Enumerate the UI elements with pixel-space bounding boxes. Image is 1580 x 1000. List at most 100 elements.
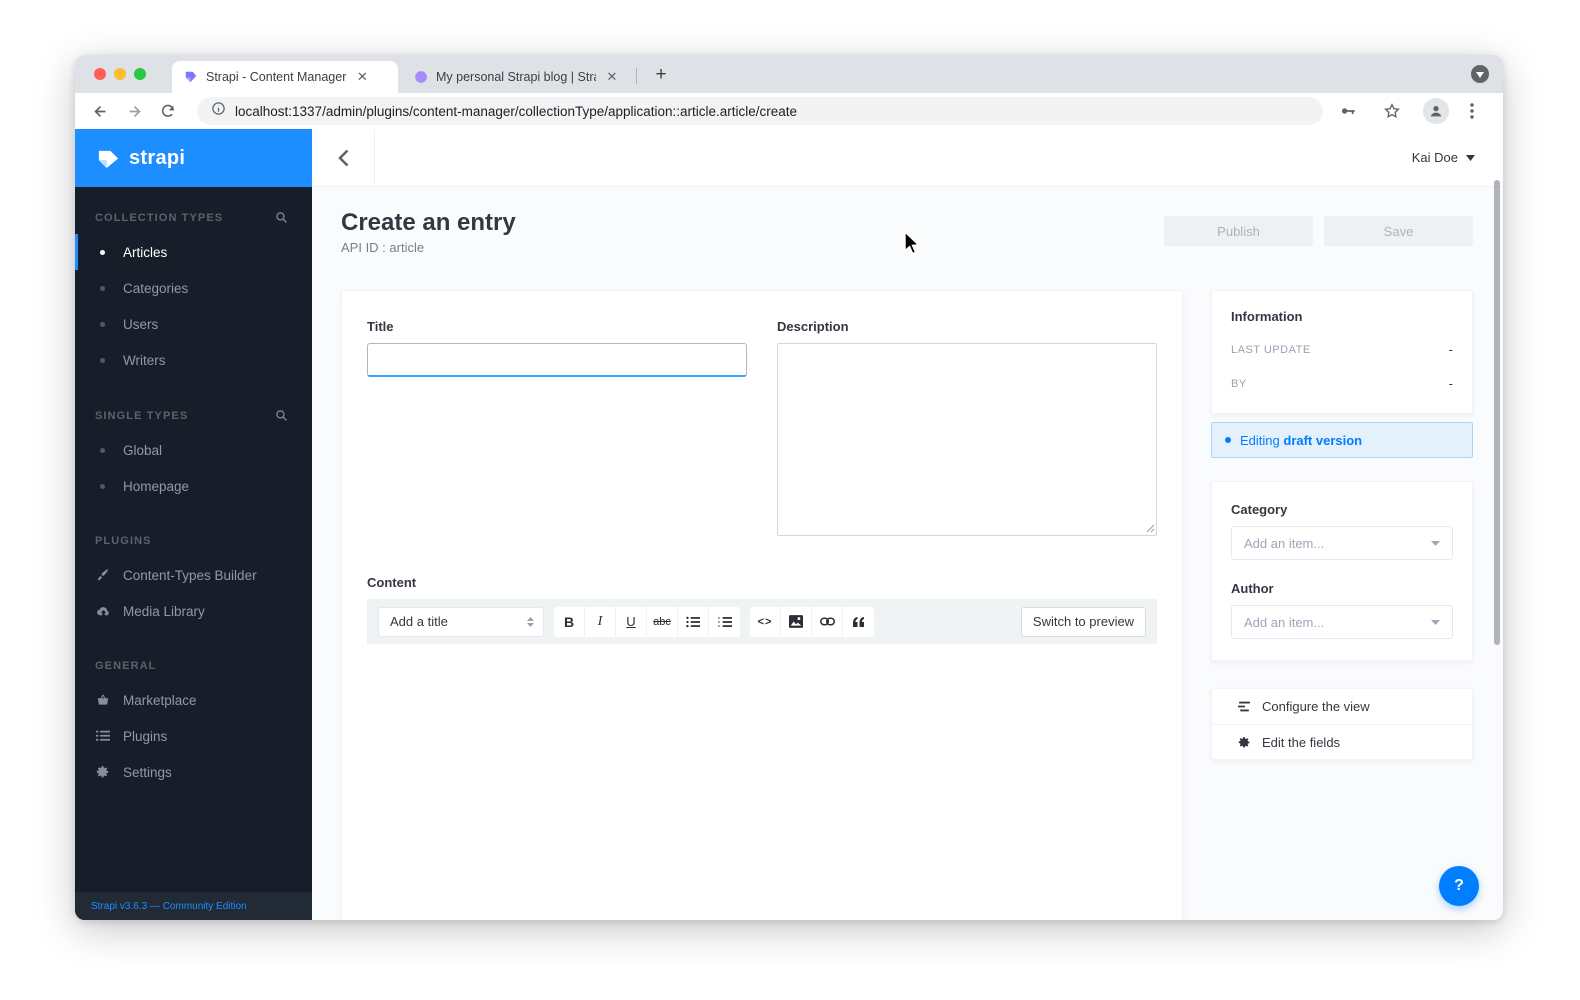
view-links-card: Configure the view Edit the fields <box>1211 688 1473 760</box>
bookmark-star-icon[interactable] <box>1379 98 1405 124</box>
url-text: localhost:1337/admin/plugins/content-man… <box>235 103 798 119</box>
help-button[interactable]: ? <box>1439 866 1479 906</box>
author-select[interactable]: Add an item... <box>1231 605 1453 639</box>
browser-profile-avatar[interactable] <box>1423 98 1449 124</box>
strapi-logo-word: strapi <box>129 146 186 169</box>
sidebar-item-label: Writers <box>123 352 166 368</box>
app-topbar: Kai Doe <box>312 128 1503 187</box>
bold-button[interactable]: B <box>554 606 585 637</box>
section-single-types: SINGLE TYPES Global Homepage <box>75 409 312 504</box>
editor-toolbar: Add a title B I U abc <> Switch to previ… <box>367 599 1157 644</box>
tab-close-icon[interactable]: ✕ <box>604 69 620 85</box>
right-panel: Information LAST UPDATE - BY - Editing d… <box>1211 290 1473 760</box>
image-icon <box>789 615 803 628</box>
sidebar-item-homepage[interactable]: Homepage <box>75 468 312 504</box>
code-button[interactable]: <> <box>750 606 781 637</box>
description-textarea[interactable] <box>777 343 1157 536</box>
back-chevron-button[interactable] <box>312 128 375 187</box>
strikethrough-button[interactable]: abc <box>647 606 678 637</box>
underline-button[interactable]: U <box>616 606 647 637</box>
search-icon[interactable] <box>275 211 288 224</box>
browser-menu-icon[interactable] <box>1459 98 1485 124</box>
bullet-icon <box>100 447 105 453</box>
editor-body[interactable] <box>367 644 1157 920</box>
bullet-icon <box>100 483 105 489</box>
configure-view-link[interactable]: Configure the view <box>1211 688 1473 724</box>
ordered-list-icon <box>717 616 732 627</box>
ordered-list-button[interactable] <box>709 606 740 637</box>
save-button[interactable]: Save <box>1324 216 1473 246</box>
tab-close-icon[interactable]: ✕ <box>354 69 370 85</box>
sidebar-item-media-library[interactable]: Media Library <box>75 593 312 629</box>
back-button[interactable] <box>87 98 113 124</box>
browser-toolbar: localhost:1337/admin/plugins/content-man… <box>75 93 1503 129</box>
site-info-icon[interactable] <box>211 101 226 121</box>
heading-select-value: Add a title <box>390 614 448 629</box>
address-bar[interactable]: localhost:1337/admin/plugins/content-man… <box>197 97 1323 125</box>
tab-title: My personal Strapi blog | Strap <box>436 70 596 84</box>
sidebar-item-label: Settings <box>123 764 172 780</box>
sidebar-version-footer[interactable]: Strapi v3.6.3 — Community Edition <box>75 892 312 920</box>
by-value: - <box>1448 376 1453 391</box>
gear-icon <box>1237 736 1251 749</box>
image-button[interactable] <box>781 606 812 637</box>
zoom-window-button[interactable] <box>134 68 146 80</box>
bullet-icon <box>100 321 105 327</box>
sidebar-item-writers[interactable]: Writers <box>75 342 312 378</box>
reload-button[interactable] <box>155 98 181 124</box>
strapi-logo-icon <box>98 150 119 168</box>
sidebar-item-settings[interactable]: Settings <box>75 754 312 790</box>
section-title: GENERAL <box>95 660 157 672</box>
scrollbar-thumb[interactable] <box>1494 180 1500 645</box>
last-update-label: LAST UPDATE <box>1231 343 1311 356</box>
tab-personal-blog[interactable]: My personal Strapi blog | Strap ✕ <box>402 61 632 93</box>
page-subtitle: API ID : article <box>341 240 425 255</box>
bullet-list-button[interactable] <box>678 606 709 637</box>
sidebar-item-marketplace[interactable]: Marketplace <box>75 682 312 718</box>
link-button[interactable] <box>812 606 843 637</box>
list-icon <box>95 730 111 742</box>
sidebar-item-users[interactable]: Users <box>75 306 312 342</box>
new-tab-button[interactable]: + <box>648 62 674 88</box>
sidebar-item-content-types-builder[interactable]: Content-Types Builder <box>75 557 312 593</box>
by-label: BY <box>1231 377 1247 390</box>
downloads-button[interactable] <box>1471 65 1489 83</box>
close-window-button[interactable] <box>94 68 106 80</box>
edit-fields-link[interactable]: Edit the fields <box>1211 724 1473 760</box>
sidebar-item-label: Articles <box>123 244 168 260</box>
main-area: Kai Doe Create an entry API ID : article… <box>312 128 1503 920</box>
user-menu[interactable]: Kai Doe <box>1412 150 1475 165</box>
draft-dot-icon <box>1225 437 1231 443</box>
blockquote-button[interactable] <box>843 606 874 637</box>
sidebar-item-global[interactable]: Global <box>75 432 312 468</box>
tab-strapi-content-manager[interactable]: Strapi - Content Manager ✕ <box>172 61 398 93</box>
publish-button[interactable]: Publish <box>1164 216 1313 246</box>
chevron-left-icon <box>337 149 348 166</box>
sidebar-item-label: Marketplace <box>123 692 197 708</box>
italic-button[interactable]: I <box>585 606 616 637</box>
browser-actions <box>1335 98 1493 124</box>
browser-window: Strapi - Content Manager ✕ My personal S… <box>75 55 1503 920</box>
bullet-icon <box>100 285 105 291</box>
sidebar-item-articles[interactable]: Articles <box>75 234 312 270</box>
search-icon[interactable] <box>275 409 288 422</box>
chevron-down-icon <box>1431 540 1440 546</box>
heading-select[interactable]: Add a title <box>378 606 544 637</box>
title-field-label: Title <box>367 319 394 334</box>
tab-strip: Strapi - Content Manager ✕ My personal S… <box>75 55 1503 93</box>
switch-to-preview-button[interactable]: Switch to preview <box>1021 606 1146 637</box>
version-label: Strapi v3.6.3 — Community Edition <box>91 900 247 912</box>
forward-button[interactable] <box>121 98 147 124</box>
entry-form-card: Title Description Content Add a title B … <box>341 290 1183 920</box>
sidebar-item-plugins[interactable]: Plugins <box>75 718 312 754</box>
section-title: SINGLE TYPES <box>95 409 189 422</box>
title-input[interactable] <box>367 343 747 377</box>
category-placeholder: Add an item... <box>1244 535 1325 551</box>
minimize-window-button[interactable] <box>114 68 126 80</box>
category-label: Category <box>1231 502 1288 517</box>
password-key-icon[interactable] <box>1335 98 1361 124</box>
strapi-logo[interactable]: strapi <box>75 129 312 187</box>
category-select[interactable]: Add an item... <box>1231 526 1453 560</box>
sidebar-item-categories[interactable]: Categories <box>75 270 312 306</box>
chevron-down-icon <box>1431 619 1440 625</box>
